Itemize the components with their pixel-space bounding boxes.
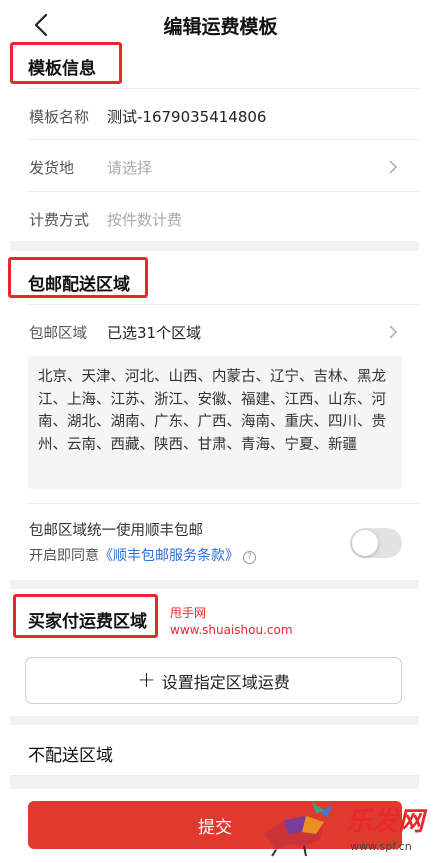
- chevron-right-icon[interactable]: [386, 325, 400, 339]
- template-name-label: 模板名称: [29, 108, 90, 126]
- watermark-text: 甩手网: [170, 606, 207, 620]
- add-region-fee-label: 设置指定区域运费: [161, 672, 290, 692]
- divider: [28, 88, 419, 89]
- section-separator: [10, 776, 419, 789]
- section-title-no-delivery: 不配送区域: [28, 746, 113, 766]
- logo-text: 乐发网: [346, 807, 428, 837]
- divider: [28, 304, 419, 305]
- plus-icon: +: [137, 667, 156, 693]
- section-separator: [10, 580, 419, 589]
- submit-label: 提交: [198, 817, 232, 838]
- watermark-url: www.shuaishou.com: [170, 623, 293, 637]
- sf-free-shipping-label: 包邮区域统一使用顺丰包邮: [29, 523, 203, 539]
- section-separator: [10, 241, 419, 251]
- divider: [28, 191, 419, 192]
- highlight-box: [10, 42, 122, 84]
- watermark-logo: 乐发网 www.spf.cn: [264, 802, 428, 857]
- divider: [28, 503, 419, 504]
- section-separator: [10, 716, 419, 725]
- free-regions-list: 北京、天津、河北、山西、内蒙古、辽宁、吉林、黑龙江、上海、江苏、浙江、安徽、福建…: [28, 356, 402, 489]
- divider: [28, 139, 419, 140]
- highlight-box: [8, 257, 148, 298]
- logo-url: www.spf.cn: [350, 840, 412, 853]
- add-region-fee-button[interactable]: + 设置指定区域运费: [25, 657, 402, 704]
- page-title: 编辑运费模板: [163, 16, 278, 38]
- ship-from-select[interactable]: 请选择: [107, 157, 152, 178]
- sf-agreement-prefix: 开启即同意: [29, 548, 99, 564]
- help-icon[interactable]: ?: [243, 551, 256, 564]
- bull-icon: [264, 802, 332, 857]
- chevron-right-icon[interactable]: [386, 160, 400, 174]
- billing-method-value[interactable]: 按件数计费: [107, 209, 182, 230]
- highlight-box: [13, 594, 158, 638]
- free-area-label: 包邮区域: [29, 326, 87, 342]
- ship-from-label: 发货地: [29, 159, 75, 177]
- sf-terms-link[interactable]: 《顺丰包邮服务条款》: [99, 548, 239, 564]
- template-name-field[interactable]: 测试-1679035414806: [107, 106, 266, 127]
- free-area-value[interactable]: 已选31个区域: [107, 322, 201, 343]
- sf-agreement-text: 开启即同意《顺丰包邮服务条款》?: [29, 545, 256, 565]
- toggle-knob: [352, 530, 378, 556]
- sf-free-shipping-toggle[interactable]: [350, 528, 402, 558]
- billing-method-label: 计费方式: [29, 211, 90, 229]
